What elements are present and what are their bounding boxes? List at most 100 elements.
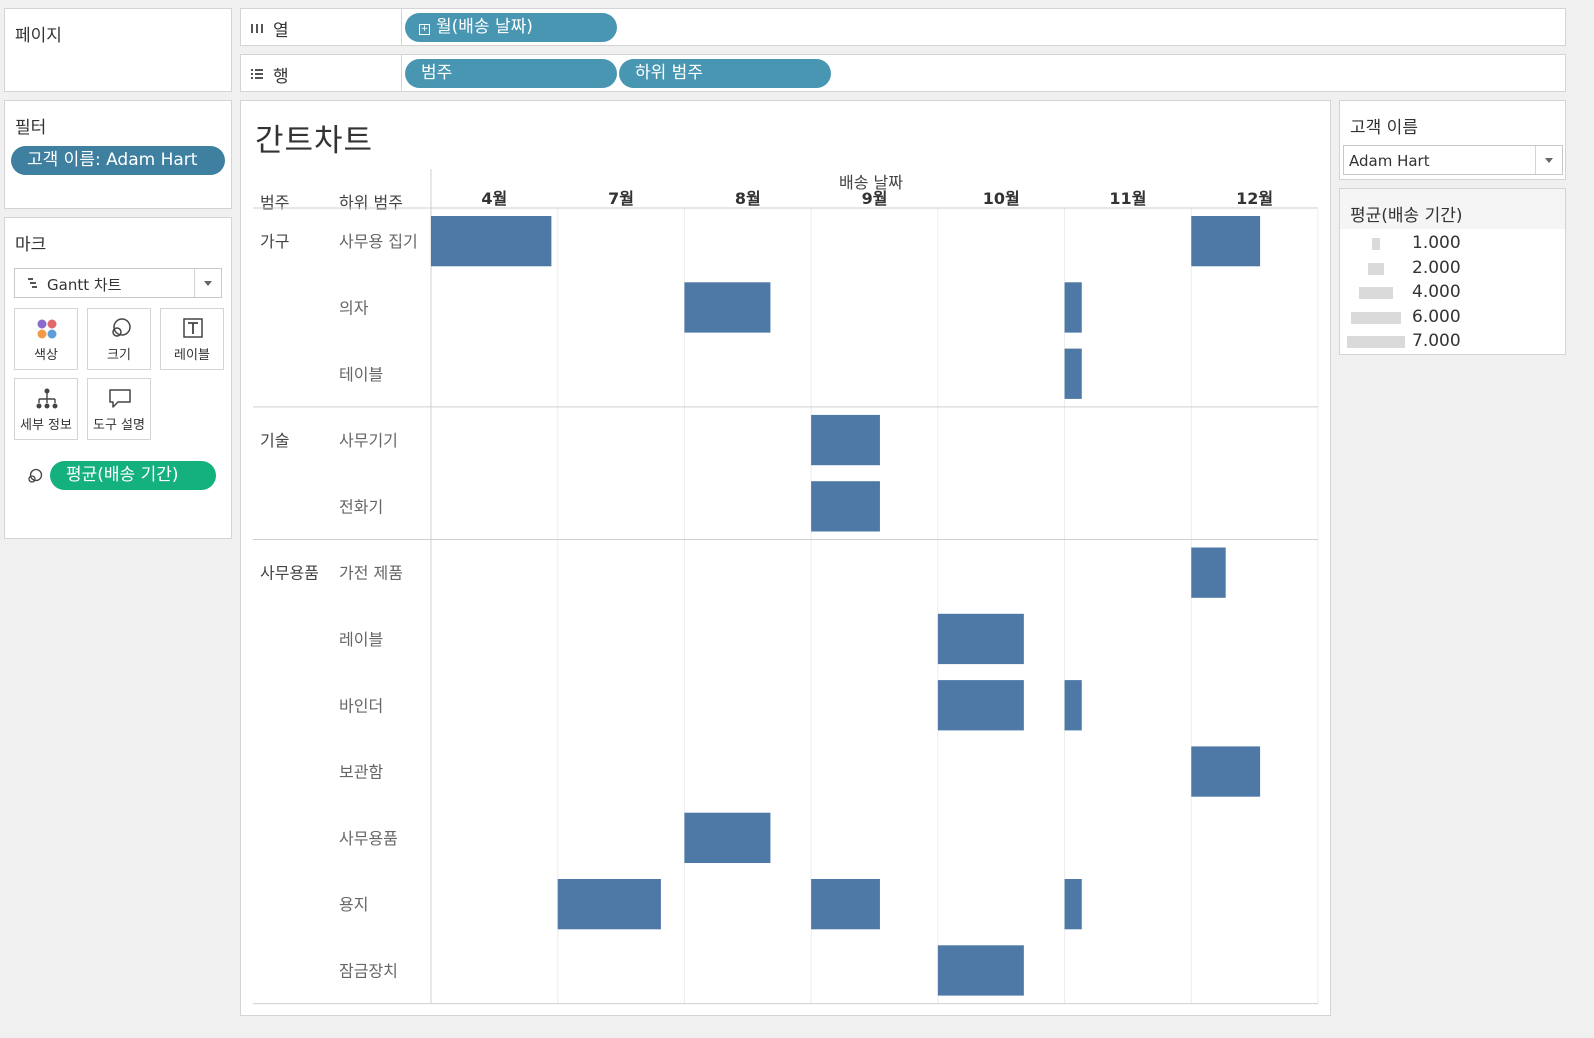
subcategory-label: 잠금장치 bbox=[339, 961, 398, 980]
size-pill-avg-shipping-days[interactable]: 평균(배송 기간) bbox=[50, 461, 216, 490]
size-button[interactable]: 크기 bbox=[87, 308, 151, 370]
color-button[interactable]: 색상 bbox=[14, 308, 78, 370]
month-header-label: 11월 bbox=[1109, 189, 1146, 208]
gantt-bar[interactable] bbox=[684, 812, 771, 863]
chevron-down-icon[interactable] bbox=[194, 269, 221, 297]
subcategory-label: 보관함 bbox=[339, 763, 383, 782]
size-legend-title: 평균(배송 기간) bbox=[1350, 206, 1463, 226]
rows-shelf-label: 행 bbox=[273, 67, 289, 87]
columns-icon bbox=[251, 24, 263, 33]
chevron-down-icon[interactable] bbox=[1535, 146, 1562, 174]
size-legend-item: 1.000 bbox=[1340, 231, 1566, 255]
size-legend-item: 4.000 bbox=[1340, 280, 1566, 304]
month-header-label: 9월 bbox=[862, 189, 888, 208]
rows-shelf[interactable]: 행 범주 하위 범주 bbox=[240, 54, 1566, 92]
columns-shelf[interactable]: 열 + 월(배송 날짜) bbox=[240, 8, 1566, 46]
size-legend-label: 6.000 bbox=[1412, 306, 1461, 327]
detail-icon bbox=[36, 388, 58, 409]
category-label: 가구 bbox=[260, 232, 289, 251]
tooltip-button[interactable]: 도구 설명 bbox=[87, 378, 151, 440]
month-header-label: 10월 bbox=[983, 189, 1020, 208]
gantt-bar[interactable] bbox=[431, 216, 552, 267]
rows-icon bbox=[251, 69, 263, 79]
size-legend-swatch bbox=[1351, 311, 1401, 324]
subcategory-label: 가전 제품 bbox=[339, 564, 403, 583]
size-legend-label: 7.000 bbox=[1412, 331, 1461, 351]
gantt-bar[interactable] bbox=[1064, 348, 1082, 399]
size-icon bbox=[112, 318, 131, 337]
gantt-bar[interactable] bbox=[557, 879, 661, 930]
category-label: 사무용품 bbox=[260, 564, 319, 583]
columns-pill-label: 월(배송 날짜) bbox=[436, 17, 533, 37]
size-label: 크기 bbox=[107, 348, 131, 363]
filter-pill-customer-name[interactable]: 고객 이름: Adam Hart bbox=[11, 146, 225, 175]
gantt-chart: 4월 7월 8월 9월 10월 11월 12월사무용 집기의자테이블 가구사무기기전화기 기술가… bbox=[253, 169, 1319, 1005]
size-legend-items: 1.000 2.000 4.000 6.000 7.000 bbox=[1340, 231, 1565, 353]
gantt-bar[interactable] bbox=[937, 945, 1024, 996]
month-header-label: 7월 bbox=[608, 189, 634, 208]
rows-pill-label: 범주 bbox=[421, 63, 453, 83]
size-legend-item: 6.000 bbox=[1340, 305, 1566, 329]
color-label: 색상 bbox=[34, 348, 58, 363]
tooltip-icon bbox=[109, 389, 131, 408]
gantt-bar[interactable] bbox=[1191, 216, 1261, 267]
size-legend-label: 2.000 bbox=[1412, 257, 1461, 278]
gantt-bar[interactable] bbox=[1191, 746, 1261, 797]
gantt-bar[interactable] bbox=[1191, 547, 1226, 598]
size-legend-swatch bbox=[1346, 336, 1406, 348]
gantt-bar[interactable] bbox=[811, 481, 880, 532]
subcategory-label: 바인더 bbox=[339, 696, 383, 715]
gantt-bar[interactable] bbox=[1064, 879, 1082, 930]
customer-filter-value: Adam Hart bbox=[1349, 152, 1430, 170]
subcategory-label: 사무기기 bbox=[339, 431, 398, 450]
size-legend-label: 1.000 bbox=[1412, 233, 1461, 253]
customer-filter-title: 고객 이름 bbox=[1350, 118, 1418, 138]
size-legend-swatch bbox=[1371, 238, 1381, 250]
shelf-divider bbox=[401, 55, 402, 91]
size-legend-card: 평균(배송 기간) 1.000 2.000 4.000 6.000 7.000 bbox=[1339, 188, 1566, 355]
month-header-label: 4월 bbox=[481, 189, 507, 208]
filter-pill-label: 고객 이름: Adam Hart bbox=[27, 150, 198, 170]
gantt-bar[interactable] bbox=[811, 414, 880, 466]
subcategory-label: 사무용 집기 bbox=[339, 232, 418, 251]
customer-filter-card: 고객 이름 Adam Hart bbox=[1339, 100, 1566, 180]
category-label: 기술 bbox=[260, 431, 289, 450]
mark-type-dropdown[interactable]: Gantt 차트 bbox=[14, 268, 222, 298]
detail-button[interactable]: 세부 정보 bbox=[14, 378, 78, 440]
label-button[interactable]: 레이블 bbox=[160, 308, 224, 370]
customer-filter-dropdown[interactable]: Adam Hart bbox=[1343, 145, 1563, 175]
gantt-bar[interactable] bbox=[937, 680, 1024, 731]
size-legend-swatch bbox=[1367, 262, 1385, 275]
pages-panel: 페이지 bbox=[4, 8, 232, 92]
marks-panel: 마크 Gantt 차트 색상 크기 레이블 세부 정보 도구 설명 평균(배송 … bbox=[4, 217, 232, 539]
rows-pill-category[interactable]: 범주 bbox=[405, 59, 617, 88]
gantt-bar[interactable] bbox=[937, 613, 1024, 665]
size-legend-item: 2.000 bbox=[1340, 256, 1566, 280]
columns-pill-month-ship-date[interactable]: + 월(배송 날짜) bbox=[405, 13, 617, 42]
rows-pill-subcategory[interactable]: 하위 범주 bbox=[619, 59, 831, 88]
month-header-label: 12월 bbox=[1236, 189, 1273, 208]
subcategory-label: 용지 bbox=[339, 895, 368, 914]
size-legend-label: 4.000 bbox=[1412, 282, 1461, 302]
detail-label: 세부 정보 bbox=[20, 418, 72, 433]
gantt-icon bbox=[28, 278, 37, 288]
gantt-bar[interactable] bbox=[1064, 680, 1082, 731]
shelf-divider bbox=[401, 9, 402, 45]
month-header-label: 8월 bbox=[735, 189, 761, 208]
expand-icon[interactable]: + bbox=[419, 24, 430, 35]
subcategory-label: 테이블 bbox=[339, 365, 383, 384]
marks-title: 마크 bbox=[15, 235, 47, 255]
gantt-bar[interactable] bbox=[811, 879, 880, 930]
mark-type-label: Gantt 차트 bbox=[47, 276, 122, 294]
columns-shelf-label: 열 bbox=[273, 21, 289, 41]
gantt-bar[interactable] bbox=[684, 282, 771, 333]
subcategory-label: 레이블 bbox=[339, 630, 383, 649]
gantt-bar[interactable] bbox=[1064, 282, 1082, 333]
chart-panel: 간트차트 배송 날짜 범주 하위 범주 4월 7월 8월 9월 10월 11월 12월 사무용… bbox=[240, 100, 1331, 1016]
label-label: 레이블 bbox=[174, 348, 210, 363]
size-icon bbox=[28, 468, 43, 483]
color-icon bbox=[37, 319, 57, 339]
rows-pill-label: 하위 범주 bbox=[635, 63, 703, 83]
size-legend-swatch bbox=[1359, 287, 1393, 299]
pages-title: 페이지 bbox=[15, 26, 62, 46]
